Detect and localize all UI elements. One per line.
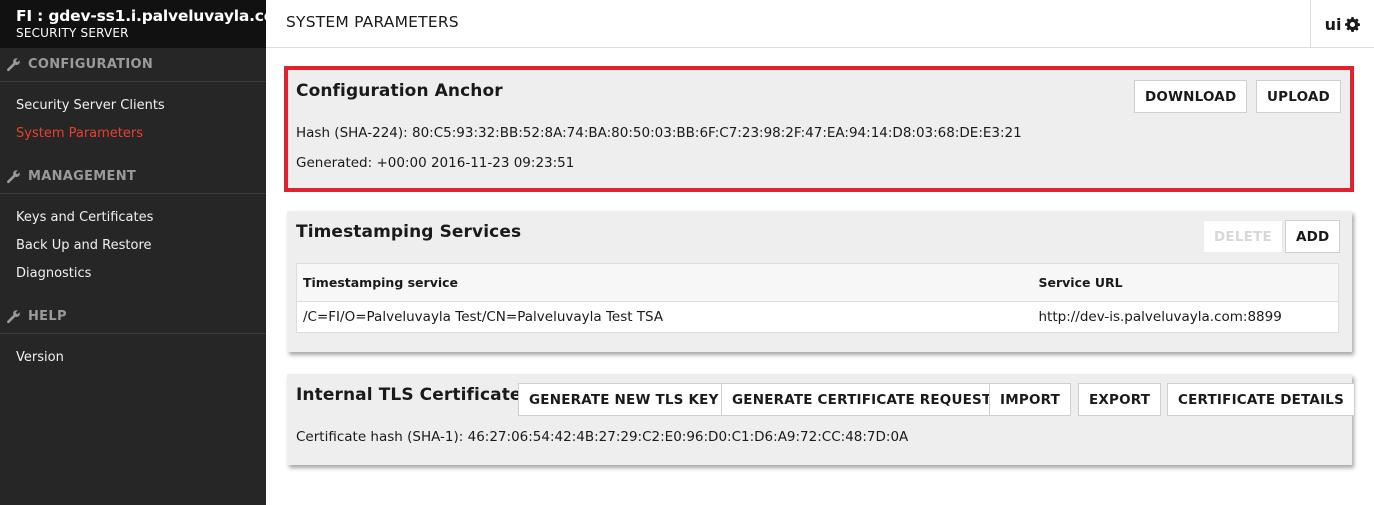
nav-management: Keys and Certificates Back Up and Restor… <box>0 194 266 300</box>
timestamping-table: Timestamping service Service URL /C=FI/O… <box>296 263 1339 333</box>
upload-button[interactable]: UPLOAD <box>1256 80 1341 113</box>
table-row[interactable]: /C=FI/O=Palveluvayla Test/CN=Palveluvayl… <box>296 301 1339 333</box>
column-header-service[interactable]: Timestamping service <box>296 263 1033 302</box>
section-configuration: CONFIGURATION <box>0 48 266 82</box>
gear-icon[interactable] <box>1345 16 1361 32</box>
section-heading: CONFIGURATION <box>28 57 154 72</box>
wrench-icon <box>6 310 20 324</box>
server-name: FI : gdev-ss1.i.palveluvayla.com <box>16 7 266 25</box>
server-type: SECURITY SERVER <box>16 26 129 40</box>
user-menu[interactable]: ui <box>1310 0 1374 48</box>
cell-url: http://dev-is.palveluvayla.com:8899 <box>1032 301 1339 333</box>
anchor-title: Configuration Anchor <box>296 81 503 101</box>
generate-certificate-request-button[interactable]: GENERATE CERTIFICATE REQUEST <box>721 383 1003 416</box>
wrench-icon <box>6 170 20 184</box>
tls-certificate-hash: Certificate hash (SHA-1): 46:27:06:54:42… <box>296 429 909 445</box>
section-heading: HELP <box>28 309 67 324</box>
sidebar: FI : gdev-ss1.i.palveluvayla.com SECURIT… <box>0 0 266 505</box>
certificate-details-button[interactable]: CERTIFICATE DETAILS <box>1167 383 1356 416</box>
brand: FI : gdev-ss1.i.palveluvayla.com SECURIT… <box>0 0 266 48</box>
cell-service: /C=FI/O=Palveluvayla Test/CN=Palveluvayl… <box>296 301 1033 333</box>
delete-button[interactable]: DELETE <box>1203 220 1283 253</box>
page-title: SYSTEM PARAMETERS <box>286 13 459 31</box>
nav-item-system-parameters[interactable]: System Parameters <box>16 120 266 148</box>
anchor-generated: Generated: +00:00 2016-11-23 09:23:51 <box>296 155 575 171</box>
nav-item-keys-and-certificates[interactable]: Keys and Certificates <box>16 204 266 232</box>
section-heading: MANAGEMENT <box>28 169 137 184</box>
tls-title: Internal TLS Certificate <box>296 385 522 405</box>
table-header-row: Timestamping service Service URL <box>296 263 1339 302</box>
username: ui <box>1324 14 1342 34</box>
wrench-icon <box>6 58 20 72</box>
section-help: HELP <box>0 300 266 334</box>
timestamping-panel: Timestamping Services DELETE ADD Timesta… <box>287 211 1352 352</box>
column-header-url[interactable]: Service URL <box>1032 263 1339 302</box>
import-button[interactable]: IMPORT <box>989 383 1072 416</box>
export-button[interactable]: EXPORT <box>1078 383 1162 416</box>
nav-item-version[interactable]: Version <box>16 344 266 372</box>
nav-item-security-server-clients[interactable]: Security Server Clients <box>16 92 266 120</box>
configuration-anchor-panel: Configuration Anchor DOWNLOAD UPLOAD Has… <box>284 66 1354 192</box>
timestamping-title: Timestamping Services <box>296 222 522 242</box>
section-management: MANAGEMENT <box>0 160 266 194</box>
nav-configuration: Security Server Clients System Parameter… <box>0 82 266 160</box>
add-button[interactable]: ADD <box>1285 220 1341 253</box>
anchor-hash: Hash (SHA-224): 80:C5:93:32:BB:52:8A:74:… <box>296 125 1022 141</box>
generate-tls-key-button[interactable]: GENERATE NEW TLS KEY <box>518 383 730 416</box>
tls-certificate-panel: Internal TLS Certificate GENERATE NEW TL… <box>287 374 1356 465</box>
download-button[interactable]: DOWNLOAD <box>1134 80 1248 113</box>
nav-item-diagnostics[interactable]: Diagnostics <box>16 260 266 288</box>
nav-help: Version <box>0 334 266 384</box>
nav-item-back-up-and-restore[interactable]: Back Up and Restore <box>16 232 266 260</box>
topbar: SYSTEM PARAMETERS ui <box>266 0 1374 48</box>
